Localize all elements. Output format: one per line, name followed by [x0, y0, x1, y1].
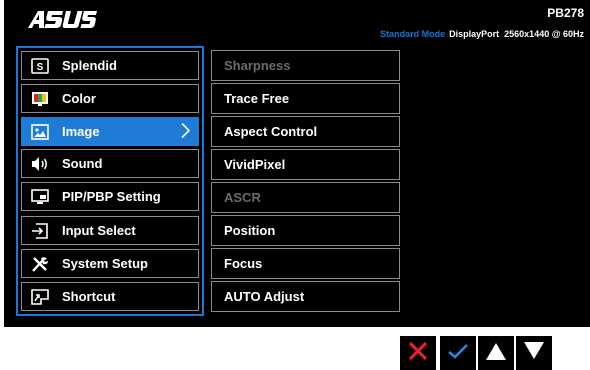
close-icon — [407, 340, 429, 367]
shortcut-icon — [30, 288, 50, 306]
submenu-item-auto-adjust[interactable]: AUTO Adjust — [211, 281, 400, 312]
color-icon — [30, 90, 50, 108]
input-text: DisplayPort — [449, 29, 500, 39]
menu-item-label: PIP/PBP Setting — [62, 189, 161, 204]
menu-item-image[interactable]: Image — [21, 117, 199, 146]
image-icon — [30, 123, 50, 141]
status-line: Standard Mode DisplayPort 2560x1440 @ 60Hz — [380, 29, 584, 39]
menu-item-system-setup[interactable]: System Setup — [21, 249, 199, 278]
up-button[interactable] — [478, 336, 514, 370]
confirm-button[interactable] — [440, 336, 476, 370]
menu-item-label: Image — [62, 124, 100, 139]
splendid-icon: S — [30, 57, 50, 75]
pip-icon — [30, 188, 50, 206]
menu-item-shortcut[interactable]: Shortcut — [21, 282, 199, 311]
menu-item-sound[interactable]: Sound — [21, 149, 199, 178]
menu-item-label: Splendid — [62, 58, 117, 73]
menu-item-label: Color — [62, 91, 96, 106]
main-menu: S Splendid Color Image Sound PIP/PBP Set… — [16, 46, 204, 316]
image-submenu: Sharpness Trace Free Aspect Control Vivi… — [211, 46, 400, 316]
chevron-right-icon — [181, 122, 191, 141]
model-name: PB278 — [547, 6, 584, 20]
check-icon — [447, 340, 469, 367]
arrow-down-icon — [523, 341, 545, 366]
submenu-item-ascr: ASCR — [211, 182, 400, 213]
submenu-item-sharpness: Sharpness — [211, 50, 400, 81]
menu-item-label: Input Select — [62, 223, 136, 238]
submenu-item-position[interactable]: Position — [211, 215, 400, 246]
resolution-text: 2560x1440 @ 60Hz — [504, 29, 584, 39]
menu-item-input-select[interactable]: Input Select — [21, 216, 199, 245]
arrow-up-icon — [485, 341, 507, 366]
osd-panel: PB278 Standard Mode DisplayPort 2560x1440 … — [4, 0, 590, 327]
submenu-item-aspect-control[interactable]: Aspect Control — [211, 116, 400, 147]
input-icon — [30, 222, 50, 240]
submenu-item-vividpixel[interactable]: VividPixel — [211, 149, 400, 180]
mode-text: Standard Mode — [380, 29, 446, 39]
menu-item-label: Sound — [62, 156, 103, 171]
menu-item-pip-pbp-setting[interactable]: PIP/PBP Setting — [21, 182, 199, 211]
menu-item-splendid[interactable]: S Splendid — [21, 51, 199, 80]
speaker-icon — [30, 155, 50, 173]
svg-text:S: S — [37, 62, 44, 73]
down-button[interactable] — [516, 336, 552, 370]
menu-item-color[interactable]: Color — [21, 84, 199, 113]
menu-item-label: System Setup — [62, 256, 148, 271]
asus-logo — [26, 4, 98, 34]
submenu-item-trace-free[interactable]: Trace Free — [211, 83, 400, 114]
close-button[interactable] — [400, 336, 436, 370]
submenu-item-focus[interactable]: Focus — [211, 248, 400, 279]
tools-icon — [30, 255, 50, 273]
menu-item-label: Shortcut — [62, 289, 116, 304]
